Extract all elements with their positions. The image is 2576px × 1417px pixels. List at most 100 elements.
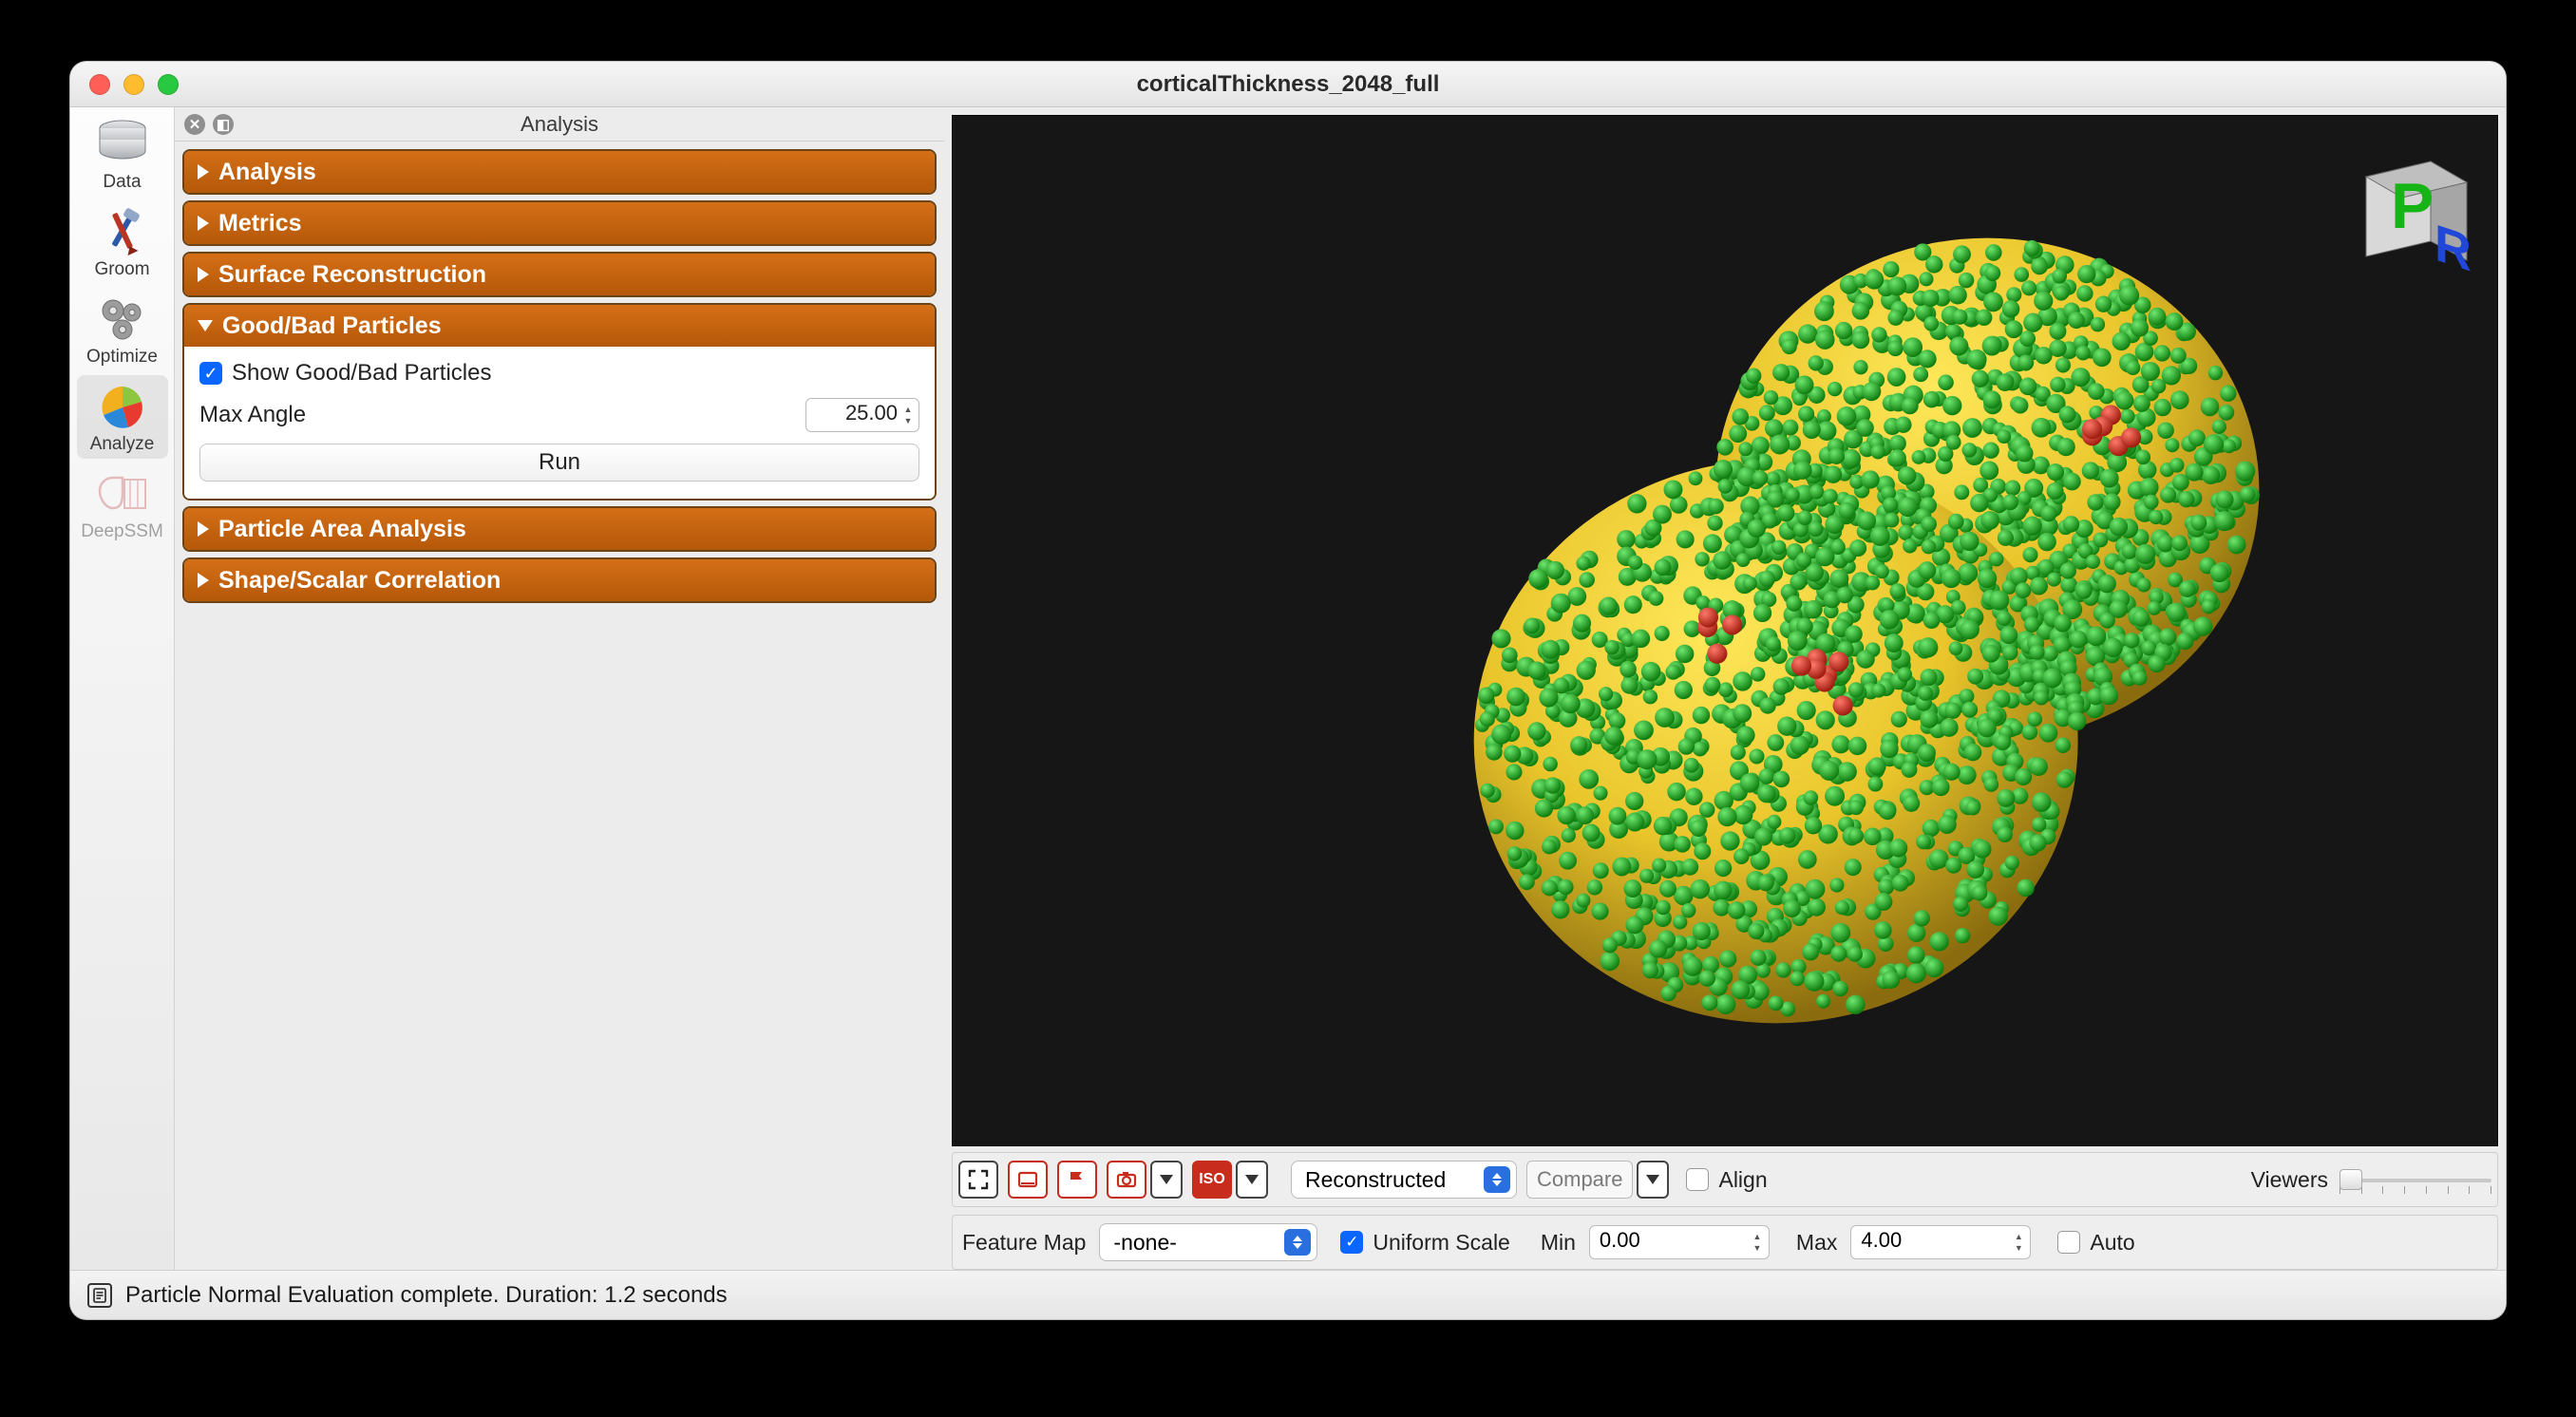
fit-view-icon bbox=[967, 1168, 990, 1191]
uniform-scale-group: ✓ Uniform Scale bbox=[1340, 1230, 1509, 1256]
mode-deepssm[interactable]: DeepSSM bbox=[77, 463, 168, 546]
max-value: 4.00 bbox=[1861, 1228, 1902, 1252]
run-label: Run bbox=[539, 449, 580, 476]
iso-button[interactable]: ISO bbox=[1192, 1161, 1232, 1199]
minimize-icon[interactable] bbox=[123, 74, 144, 95]
stepper-icon[interactable]: ▲▼ bbox=[1749, 1229, 1766, 1256]
display-mode-select[interactable]: Reconstructed bbox=[1291, 1161, 1517, 1199]
analysis-panel: ✕ ◧ Analysis Analysis Metrics bbox=[175, 107, 944, 1270]
section-body: ✓ Show Good/Bad Particles Max Angle 25.0… bbox=[184, 347, 935, 499]
mode-analyze[interactable]: Analyze bbox=[77, 375, 168, 459]
max-label: Max bbox=[1796, 1230, 1837, 1256]
cube-face-p: P bbox=[2391, 170, 2434, 242]
uniform-scale-label: Uniform Scale bbox=[1373, 1230, 1509, 1256]
section-header[interactable]: Shape/Scalar Correlation bbox=[184, 559, 935, 601]
panel-body: Analysis Metrics Surface Reconstruction bbox=[175, 142, 944, 1270]
feature-map-select[interactable]: -none- bbox=[1099, 1223, 1317, 1261]
section-header[interactable]: Good/Bad Particles bbox=[184, 305, 935, 347]
slider-thumb[interactable] bbox=[2339, 1169, 2362, 1190]
mode-iconbar: Data Groom bbox=[70, 107, 175, 1270]
caret-right-icon bbox=[198, 573, 209, 588]
view-toolbar: ISO Reconstructed Compare Align bbox=[952, 1152, 2498, 1207]
min-input[interactable]: 0.00 ▲▼ bbox=[1589, 1225, 1770, 1259]
mode-optimize[interactable]: Optimize bbox=[77, 288, 168, 371]
stepper-icon[interactable]: ▲▼ bbox=[900, 401, 917, 429]
caret-right-icon bbox=[198, 216, 209, 231]
section-header[interactable]: Analysis bbox=[184, 151, 935, 193]
viewport-3d[interactable]: P R bbox=[952, 115, 2498, 1146]
section-header[interactable]: Metrics bbox=[184, 202, 935, 244]
mode-label: Analyze bbox=[90, 434, 155, 455]
close-icon[interactable] bbox=[89, 74, 110, 95]
caret-right-icon bbox=[198, 267, 209, 282]
display-mode-value: Reconstructed bbox=[1305, 1167, 1446, 1193]
camera-button[interactable] bbox=[1107, 1161, 1146, 1199]
section-label: Particle Area Analysis bbox=[218, 516, 466, 543]
gears-icon bbox=[92, 293, 153, 343]
mode-data[interactable]: Data bbox=[77, 113, 168, 197]
max-angle-label: Max Angle bbox=[199, 402, 306, 428]
section-particle-area-analysis: Particle Area Analysis bbox=[182, 506, 937, 552]
database-icon bbox=[92, 119, 153, 168]
fit-view-button[interactable] bbox=[958, 1161, 998, 1199]
mode-label: DeepSSM bbox=[81, 521, 163, 542]
section-surface-reconstruction: Surface Reconstruction bbox=[182, 252, 937, 297]
max-angle-input[interactable]: 25.00 ▲▼ bbox=[805, 398, 919, 432]
max-angle-row: Max Angle 25.00 ▲▼ bbox=[199, 398, 919, 432]
viewers-label: Viewers bbox=[2251, 1167, 2328, 1193]
flag-button[interactable] bbox=[1057, 1161, 1097, 1199]
zoom-icon[interactable] bbox=[158, 74, 179, 95]
panel-close-icon[interactable]: ✕ bbox=[184, 114, 205, 135]
compare-button[interactable]: Compare bbox=[1526, 1161, 1633, 1199]
chevron-updown-icon bbox=[1284, 1229, 1311, 1256]
viewers-slider[interactable] bbox=[2339, 1175, 2491, 1184]
section-shape-scalar-correlation: Shape/Scalar Correlation bbox=[182, 557, 937, 603]
mode-label: Optimize bbox=[86, 347, 158, 368]
mode-label: Data bbox=[103, 172, 141, 193]
show-good-bad-row: ✓ Show Good/Bad Particles bbox=[199, 360, 919, 387]
snapshot-button[interactable] bbox=[1008, 1161, 1048, 1199]
compare-label: Compare bbox=[1537, 1167, 1622, 1192]
section-header[interactable]: Surface Reconstruction bbox=[184, 254, 935, 295]
compare-dropdown[interactable] bbox=[1637, 1161, 1669, 1199]
body: Data Groom bbox=[70, 107, 2506, 1270]
caret-down-icon bbox=[198, 320, 213, 331]
section-label: Metrics bbox=[218, 210, 302, 237]
brain-chip-icon bbox=[92, 468, 153, 518]
log-icon[interactable] bbox=[87, 1283, 112, 1308]
section-header[interactable]: Particle Area Analysis bbox=[184, 508, 935, 550]
iso-dropdown[interactable] bbox=[1236, 1161, 1268, 1199]
align-group: Align bbox=[1686, 1167, 1767, 1193]
camera-dropdown[interactable] bbox=[1150, 1161, 1183, 1199]
min-value: 0.00 bbox=[1600, 1228, 1640, 1252]
show-good-bad-checkbox[interactable]: ✓ bbox=[199, 362, 222, 385]
section-good-bad-particles: Good/Bad Particles ✓ Show Good/Bad Parti… bbox=[182, 303, 937, 501]
panel-header: ✕ ◧ Analysis bbox=[175, 107, 944, 142]
section-label: Analysis bbox=[218, 159, 316, 186]
window-title: corticalThickness_2048_full bbox=[70, 71, 2506, 98]
piechart-icon bbox=[92, 381, 153, 430]
section-label: Surface Reconstruction bbox=[218, 261, 486, 289]
feature-map-value: -none- bbox=[1113, 1230, 1176, 1256]
auto-label: Auto bbox=[2090, 1230, 2134, 1256]
uniform-scale-checkbox[interactable]: ✓ bbox=[1340, 1231, 1363, 1254]
camera-group bbox=[1107, 1161, 1183, 1199]
right-pane: P R bbox=[944, 107, 2506, 1270]
run-button[interactable]: Run bbox=[199, 444, 919, 482]
chevron-updown-icon bbox=[1484, 1166, 1510, 1193]
titlebar: corticalThickness_2048_full bbox=[70, 62, 2506, 107]
app-window: corticalThickness_2048_full Data bbox=[69, 61, 2507, 1320]
flag-icon bbox=[1066, 1168, 1089, 1191]
max-input[interactable]: 4.00 ▲▼ bbox=[1850, 1225, 2031, 1259]
section-metrics: Metrics bbox=[182, 200, 937, 246]
caret-right-icon bbox=[198, 521, 209, 537]
stepper-icon[interactable]: ▲▼ bbox=[2010, 1229, 2027, 1256]
align-checkbox[interactable] bbox=[1686, 1168, 1709, 1191]
window-controls bbox=[70, 74, 179, 95]
mode-groom[interactable]: Groom bbox=[77, 200, 168, 284]
panel-detach-icon[interactable]: ◧ bbox=[213, 114, 234, 135]
camera-icon bbox=[1115, 1168, 1138, 1191]
section-label: Good/Bad Particles bbox=[222, 312, 442, 340]
feature-toolbar: Feature Map -none- ✓ Uniform Scale Min 0… bbox=[952, 1215, 2498, 1270]
auto-checkbox[interactable] bbox=[2057, 1231, 2080, 1254]
